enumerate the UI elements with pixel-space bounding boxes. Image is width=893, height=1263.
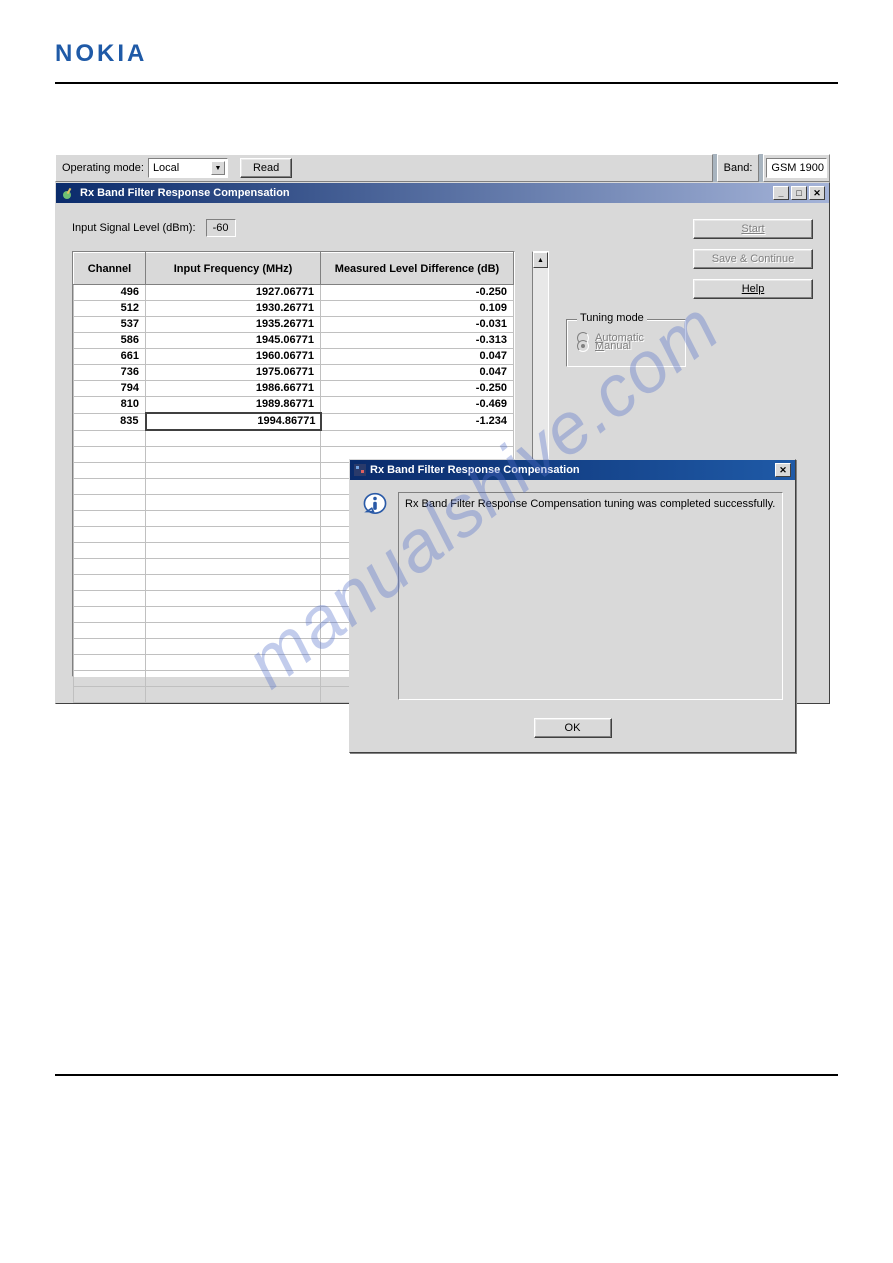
ok-button[interactable]: OK bbox=[534, 718, 612, 738]
cell-freq[interactable]: 1975.06771 bbox=[146, 365, 321, 381]
cell-freq[interactable]: 1935.26771 bbox=[146, 317, 321, 333]
chevron-down-icon[interactable]: ▼ bbox=[211, 161, 225, 175]
cell-channel[interactable]: 496 bbox=[74, 285, 146, 301]
info-icon bbox=[362, 492, 388, 518]
cell-diff[interactable]: -0.031 bbox=[321, 317, 514, 333]
table-row[interactable]: 8101989.86771-0.469 bbox=[74, 397, 514, 414]
tuning-mode-legend: Tuning mode bbox=[577, 312, 647, 324]
cell-diff[interactable]: 0.047 bbox=[321, 349, 514, 365]
cell-freq[interactable]: 1927.06771 bbox=[146, 285, 321, 301]
table-row[interactable]: 5121930.267710.109 bbox=[74, 301, 514, 317]
table-row[interactable]: 6611960.067710.047 bbox=[74, 349, 514, 365]
close-button[interactable]: ✕ bbox=[809, 186, 825, 200]
operating-mode-dropdown[interactable]: Local ▼ bbox=[148, 158, 228, 178]
col-measured[interactable]: Measured Level Difference (dB) bbox=[321, 253, 514, 285]
band-label: Band: bbox=[724, 162, 753, 174]
col-channel[interactable]: Channel bbox=[74, 253, 146, 285]
start-button[interactable]: Start bbox=[693, 219, 813, 239]
dialog-controls: ✕ bbox=[775, 463, 791, 477]
cell-diff[interactable]: -1.234 bbox=[321, 413, 514, 430]
table-row[interactable]: 4961927.06771-0.250 bbox=[74, 285, 514, 301]
cell-diff[interactable]: 0.047 bbox=[321, 365, 514, 381]
window-titlebar[interactable]: Rx Band Filter Response Compensation _ □… bbox=[56, 183, 829, 203]
cell-diff[interactable]: -0.313 bbox=[321, 333, 514, 349]
cell-freq[interactable]: 1994.86771 bbox=[146, 413, 321, 430]
operating-mode-label: Operating mode: bbox=[62, 162, 144, 174]
nokia-logo: NOKIA bbox=[55, 40, 838, 68]
dialog-close-button[interactable]: ✕ bbox=[775, 463, 791, 477]
cell-diff[interactable]: -0.469 bbox=[321, 397, 514, 414]
help-button[interactable]: Help bbox=[693, 279, 813, 299]
cell-freq[interactable]: 1986.66771 bbox=[146, 381, 321, 397]
table-row[interactable]: 5371935.26771-0.031 bbox=[74, 317, 514, 333]
table-row[interactable]: 7361975.067710.047 bbox=[74, 365, 514, 381]
cell-freq[interactable]: 1930.26771 bbox=[146, 301, 321, 317]
cell-channel[interactable]: 586 bbox=[74, 333, 146, 349]
table-row[interactable]: 5861945.06771-0.313 bbox=[74, 333, 514, 349]
col-input-freq[interactable]: Input Frequency (MHz) bbox=[146, 253, 321, 285]
radio-manual[interactable]: Manual bbox=[577, 340, 675, 352]
page-footer-divider bbox=[55, 1074, 838, 1076]
cell-channel[interactable]: 810 bbox=[74, 397, 146, 414]
dialog-titlebar[interactable]: Rx Band Filter Response Compensation ✕ bbox=[350, 460, 795, 480]
cell-freq[interactable]: 1989.86771 bbox=[146, 397, 321, 414]
cell-diff[interactable]: -0.250 bbox=[321, 285, 514, 301]
dialog-icon bbox=[354, 464, 366, 476]
page-divider bbox=[55, 82, 838, 84]
table-row[interactable]: 8351994.86771-1.234 bbox=[74, 413, 514, 430]
tuning-mode-group: Tuning mode Automatic Manual bbox=[566, 319, 686, 367]
cell-channel[interactable]: 835 bbox=[74, 413, 146, 430]
radio-icon bbox=[577, 340, 589, 352]
cell-channel[interactable]: 661 bbox=[74, 349, 146, 365]
table-row[interactable]: 7941986.66771-0.250 bbox=[74, 381, 514, 397]
cell-channel[interactable]: 794 bbox=[74, 381, 146, 397]
read-button[interactable]: Read bbox=[240, 158, 292, 178]
dialog-message: Rx Band Filter Response Compensation tun… bbox=[398, 492, 783, 700]
save-continue-button[interactable]: Save & Continue bbox=[693, 249, 813, 269]
completion-dialog: Rx Band Filter Response Compensation ✕ R… bbox=[349, 459, 796, 753]
window-controls: _ □ ✕ bbox=[773, 186, 825, 200]
cell-channel[interactable]: 512 bbox=[74, 301, 146, 317]
scroll-up-icon[interactable]: ▲ bbox=[533, 252, 548, 268]
cell-diff[interactable]: 0.109 bbox=[321, 301, 514, 317]
operating-mode-value: Local bbox=[153, 162, 179, 174]
minimize-button[interactable]: _ bbox=[773, 186, 789, 200]
cell-channel[interactable]: 736 bbox=[74, 365, 146, 381]
cell-diff[interactable]: -0.250 bbox=[321, 381, 514, 397]
app-icon bbox=[62, 186, 76, 200]
band-value: GSM 1900 bbox=[771, 162, 824, 174]
input-signal-label: Input Signal Level (dBm): bbox=[72, 222, 196, 234]
input-signal-value: -60 bbox=[206, 219, 236, 237]
cell-channel[interactable]: 537 bbox=[74, 317, 146, 333]
app-frame: Operating mode: Local ▼ Read Band: GSM 1… bbox=[55, 154, 830, 704]
band-dropdown[interactable]: GSM 1900 bbox=[766, 158, 827, 178]
main-toolbar: Operating mode: Local ▼ Read bbox=[55, 154, 713, 182]
cell-freq[interactable]: 1960.06771 bbox=[146, 349, 321, 365]
band-dropdown-wrap: GSM 1900 bbox=[763, 154, 830, 182]
band-toolbar: Band: bbox=[717, 154, 760, 182]
window-title: Rx Band Filter Response Compensation bbox=[80, 187, 290, 199]
table-row bbox=[74, 430, 514, 446]
maximize-button[interactable]: □ bbox=[791, 186, 807, 200]
dialog-title: Rx Band Filter Response Compensation bbox=[370, 464, 580, 476]
cell-freq[interactable]: 1945.06771 bbox=[146, 333, 321, 349]
